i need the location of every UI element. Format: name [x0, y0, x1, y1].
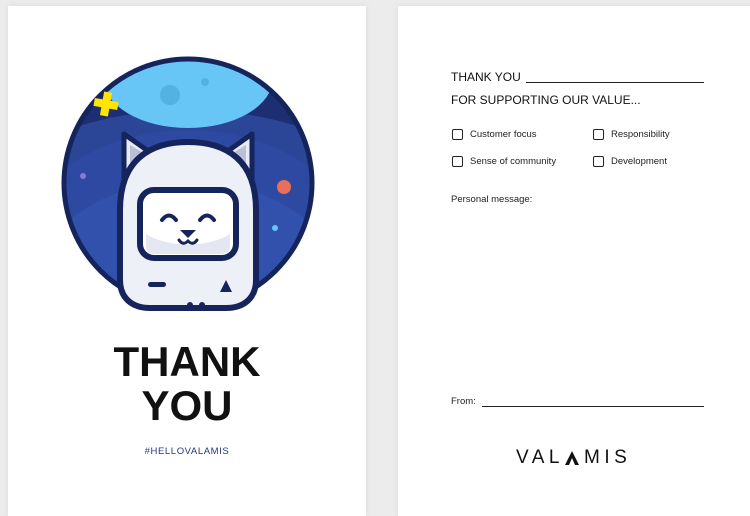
heading-thank-you: THANK YOU: [451, 70, 521, 84]
from-line[interactable]: [482, 406, 704, 407]
checkbox-icon[interactable]: [452, 156, 463, 167]
checkbox-icon[interactable]: [452, 129, 463, 140]
heading-supporting: FOR SUPPORTING OUR VALUE...: [451, 93, 641, 107]
valamis-a-logo-icon: [565, 451, 580, 465]
title-thank: THANK: [113, 338, 261, 385]
brand-text-right: MIS: [584, 447, 632, 468]
checkbox-label: Sense of community: [470, 156, 557, 167]
title-you: YOU: [141, 382, 233, 429]
checkbox-icon[interactable]: [593, 156, 604, 167]
checkbox-development[interactable]: Development: [593, 156, 667, 167]
card-front: THANK YOU #HELLOVALAMIS: [8, 6, 366, 516]
brand-logo: VAL MIS: [516, 447, 631, 469]
card-back: THANK YOU FOR SUPPORTING OUR VALUE... Cu…: [398, 6, 750, 516]
from-label: From:: [451, 396, 476, 407]
hashtag: #HELLOVALAMIS: [144, 446, 230, 457]
checkbox-label: Customer focus: [470, 129, 537, 140]
checkbox-responsibility[interactable]: Responsibility: [593, 129, 670, 140]
brand-text-left: VAL: [516, 447, 565, 468]
checkbox-sense-of-community[interactable]: Sense of community: [452, 156, 556, 167]
checkbox-icon[interactable]: [593, 129, 604, 140]
astronaut-cat-icon: [61, 56, 315, 311]
checkbox-label: Responsibility: [611, 129, 670, 140]
personal-message-label: Personal message:: [451, 194, 533, 205]
name-line[interactable]: [526, 82, 704, 83]
checkbox-customer-focus[interactable]: Customer focus: [452, 129, 537, 140]
checkbox-label: Development: [611, 156, 667, 167]
